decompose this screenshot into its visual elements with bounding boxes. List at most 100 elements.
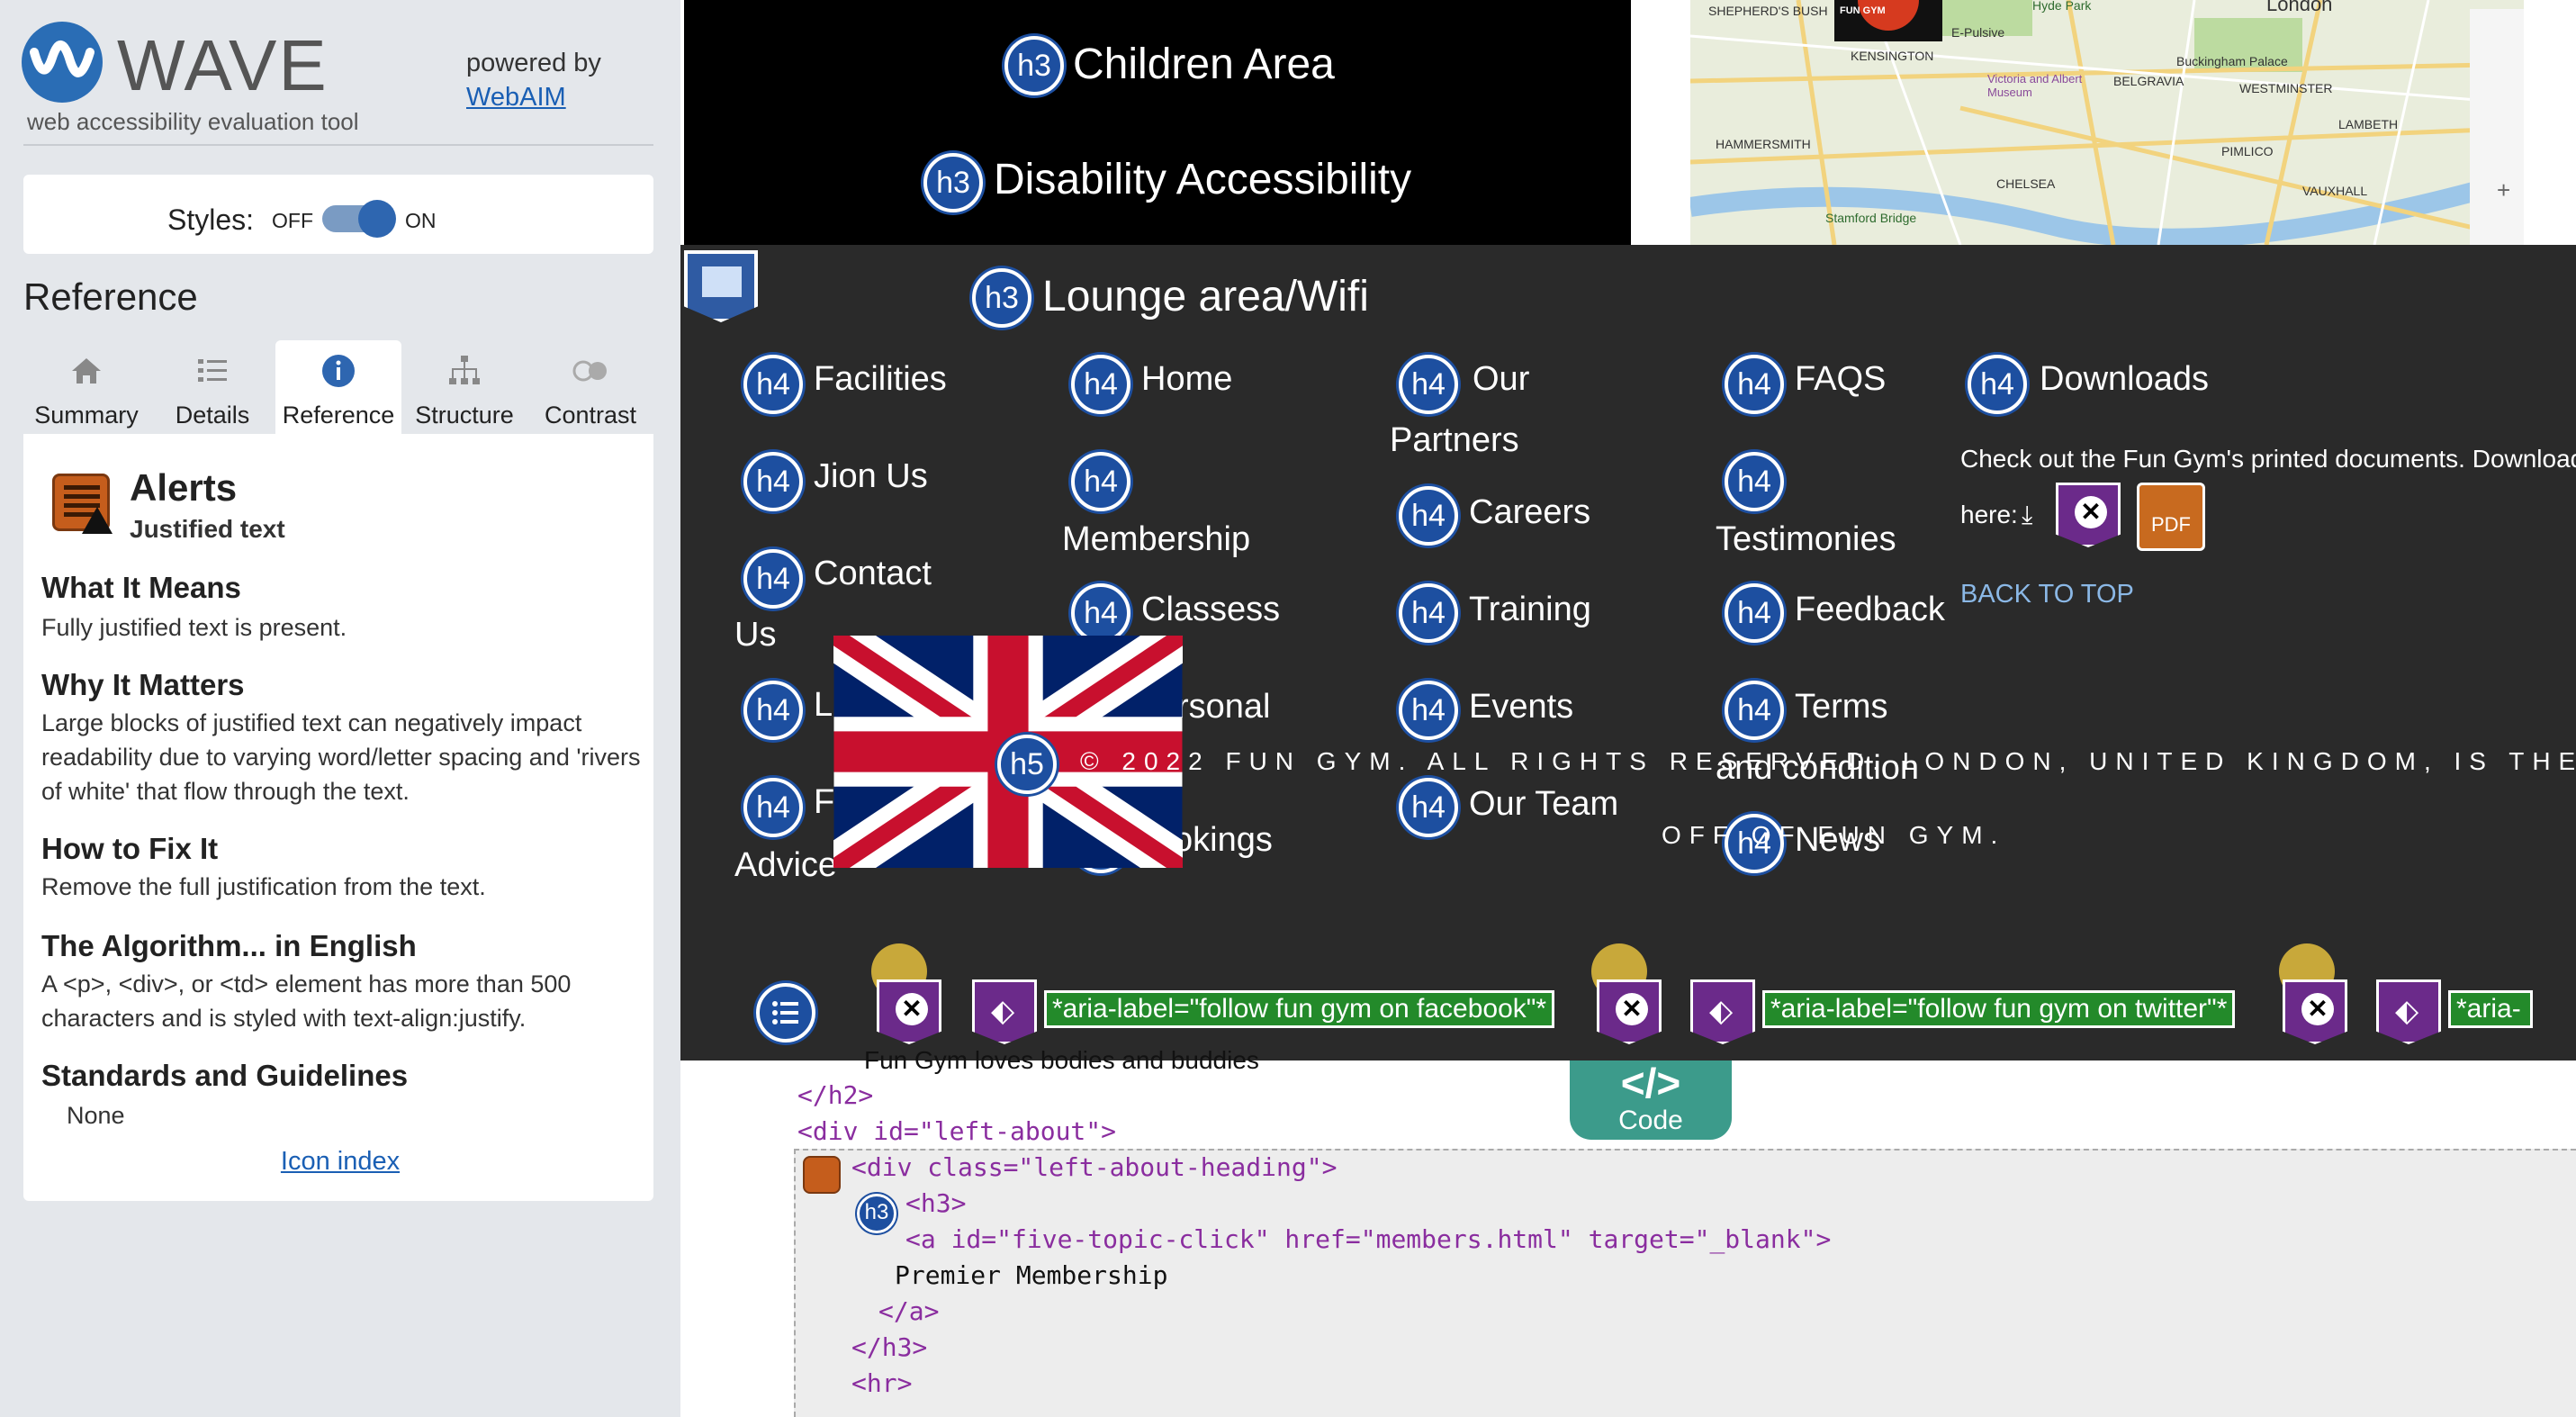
footer-link-bookings[interactable]: okings [1174,821,1273,860]
footer-link-careers[interactable]: Careers [1469,493,1590,532]
styles-on-label: ON [405,209,437,232]
features-section [684,0,1631,245]
footer-link-personal[interactable]: rsonal [1177,688,1271,727]
footer-link-partial[interactable]: F [814,783,834,822]
h4-badge-icon: h4 [743,355,803,414]
footer-link-home[interactable]: Home [1141,360,1232,399]
wave-sidebar: WAVE web accessibility evaluation tool p… [0,0,680,1417]
tab-structure[interactable]: Structure [401,340,527,434]
h4-badge-icon: h4 [1399,583,1458,643]
list-icon [756,983,815,1042]
footer-link-faqs[interactable]: FAQS [1795,360,1886,399]
tab-summary[interactable]: Summary [23,340,149,434]
heading-lounge-area: Lounge area/Wifi [1042,273,1369,320]
section-body: Fully justified text is present. [41,614,347,641]
map-label: Hyde Park [2032,0,2092,13]
footer-link-our[interactable]: Our [1473,360,1529,399]
footer-link-feedback[interactable]: Feedback [1795,591,1945,629]
footer-link-terms[interactable]: Terms [1795,688,1887,727]
error-icon: ✕ [2056,483,2121,547]
downloads-heading: Downloads [2040,360,2209,398]
map-label: Stamford Bridge [1825,211,1917,225]
home-icon [68,353,104,389]
h4-badge-icon: h4 [1399,778,1458,837]
h4-badge-icon: h4 [743,452,803,511]
footer-link-classess[interactable]: Classess [1141,591,1280,629]
h4-badge-icon: h4 [1399,486,1458,546]
downloads-here: here: [1960,501,2018,528]
section-title: The Algorithm... in English [41,929,417,962]
tab-label: Details [175,402,250,429]
map-label: LAMBETH [2338,117,2399,131]
tab-reference[interactable]: Reference [275,340,401,434]
footer-link-advice[interactable]: Advice [734,846,837,885]
tag-icon: ⬖ [2376,979,2441,1044]
h4-badge-icon: h4 [1399,681,1458,740]
heading-children-area: Children Area [1073,41,1335,88]
h4-badge-icon: h4 [1725,583,1784,643]
h3-badge-icon: h3 [857,1194,896,1233]
h4-badge-icon: h4 [743,778,803,837]
tab-label: Structure [415,402,514,429]
footer-link-events[interactable]: Events [1469,688,1573,727]
heading-disability-accessibility: Disability Accessibility [994,156,1412,203]
divider [23,144,653,146]
footer-link-contact[interactable]: Contact [814,555,932,593]
copyright-line: OFF OF FUN GYM. [1662,821,2006,849]
downloads-text: Check out the Fun Gym's printed document… [1960,445,2576,473]
error-icon: ✕ [2283,979,2347,1044]
styles-toggle-knob[interactable] [358,200,396,238]
map-label: CHELSEA [1996,176,2056,191]
code-line: Fun Gym loves bodies and buddies [864,1046,1259,1074]
download-icon[interactable]: ⤓ [2022,501,2032,530]
powered-by-label: powered by [466,49,601,77]
back-to-top-link[interactable]: BACK TO TOP [1960,580,2134,609]
footer-link-facilities[interactable]: Facilities [814,360,947,399]
footer-link-partial[interactable]: L [814,686,833,725]
tab-label: Contrast [544,402,637,429]
tag-icon: ⬖ [972,979,1037,1044]
pdf-alert-icon: PDF [2137,483,2205,551]
tab-contrast[interactable]: Contrast [527,340,653,434]
code-line: </h3> [851,1332,928,1362]
code-toggle-label: Code [1618,1106,1683,1135]
wave-subtitle: web accessibility evaluation tool [27,108,359,135]
aria-label-indicator: *aria-label="follow fun gym on facebook"… [1044,990,1555,1028]
code-icon: </> [1620,1060,1681,1106]
error-icon: ✕ [1597,979,1662,1044]
section-title: What It Means [41,571,241,604]
footer-link-contact-wrap[interactable]: Us [734,616,776,654]
map-label: BELGRAVIA [2113,74,2184,88]
tab-details[interactable]: Details [149,340,275,434]
h4-badge-icon: h4 [1968,355,2027,414]
panel-tabs: Summary Details Reference Structure Cont… [23,340,653,434]
h5-badge-icon: h5 [997,735,1057,794]
h3-badge-icon: h3 [923,153,983,212]
icon-index-link[interactable]: Icon index [0,1147,680,1177]
h3-badge-icon: h3 [1004,36,1064,95]
justified-text-alert-icon [803,1156,841,1194]
zoom-in-icon[interactable]: + [2497,176,2510,204]
location-map[interactable]: SHEPHERD'S BUSH KENSINGTON E-Pulsive Hyd… [1681,0,2576,245]
map-label: PIMLICO [2221,144,2274,158]
footer-link-partners[interactable]: Partners [1390,421,1519,460]
footer-link-training[interactable]: Training [1469,591,1591,629]
webaim-link[interactable]: WebAIM [466,83,566,113]
map-label: London [2266,0,2333,15]
code-toggle-button[interactable]: </> Code [1570,1060,1732,1140]
section-body: A <p>, <div>, or <td> element has more t… [41,970,572,1032]
tag-icon: ⬖ [1690,979,1755,1044]
h4-badge-icon: h4 [1725,355,1784,414]
h4-badge-icon: h4 [1725,452,1784,511]
wave-logo-text: WAVE [117,25,329,105]
footer-link-membership[interactable]: Membership [1062,520,1250,559]
footer-link-join-us[interactable]: Jion Us [814,457,928,496]
footer-link-our-team[interactable]: Our Team [1469,785,1618,824]
info-icon [320,353,356,389]
alert-heading: Alerts [130,466,238,509]
map-logo-label: FUN GYM [1840,5,1886,16]
aria-label-indicator: *aria-label="follow fun gym on twitter"* [1762,990,2236,1028]
footer-link-testimonies[interactable]: Testimonies [1716,520,1896,559]
map-label: E-Pulsive [1951,25,2005,40]
h4-badge-icon: h4 [1071,355,1130,414]
